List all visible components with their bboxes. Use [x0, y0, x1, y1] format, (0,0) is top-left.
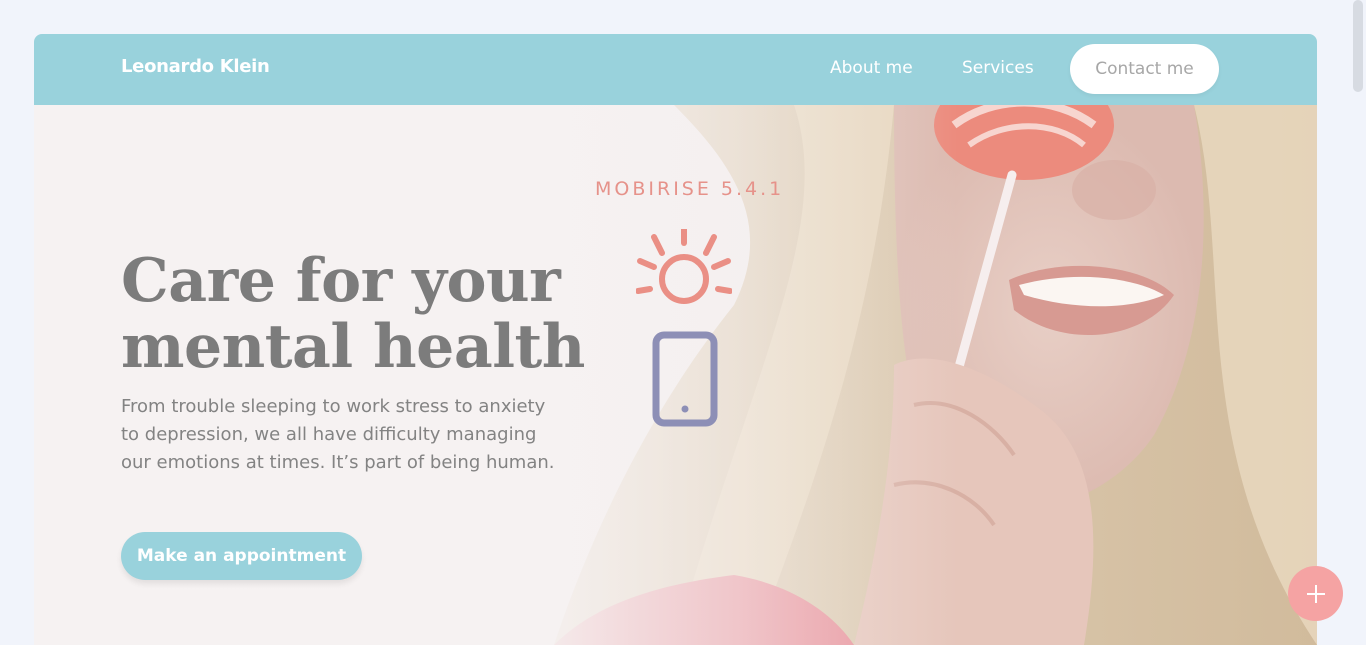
- navbar: Leonardo Klein About me Services Contact…: [34, 34, 1317, 105]
- plus-icon: [1306, 584, 1325, 603]
- page-frame: Leonardo Klein About me Services Contact…: [34, 34, 1317, 645]
- nav-link-about-me[interactable]: About me: [830, 58, 913, 78]
- hero-description: From trouble sleeping to work stress to …: [121, 396, 555, 473]
- scrollbar-thumb[interactable]: [1353, 0, 1363, 92]
- scrollbar[interactable]: [1350, 0, 1366, 645]
- contact-me-button[interactable]: Contact me: [1070, 44, 1219, 94]
- hero-title-line-1: Care for your: [121, 246, 561, 316]
- phone-sun-illustration: [636, 229, 732, 427]
- brand-name[interactable]: Leonardo Klein: [121, 56, 270, 77]
- hero-title: Care for your mental health: [121, 248, 641, 380]
- add-fab-button[interactable]: [1288, 566, 1343, 621]
- nav-link-services[interactable]: Services: [962, 58, 1034, 78]
- hero-title-line-2: mental health: [121, 312, 585, 382]
- make-appointment-button[interactable]: Make an appointment: [121, 532, 362, 580]
- version-badge: MOBIRISE 5.4.1: [595, 178, 785, 200]
